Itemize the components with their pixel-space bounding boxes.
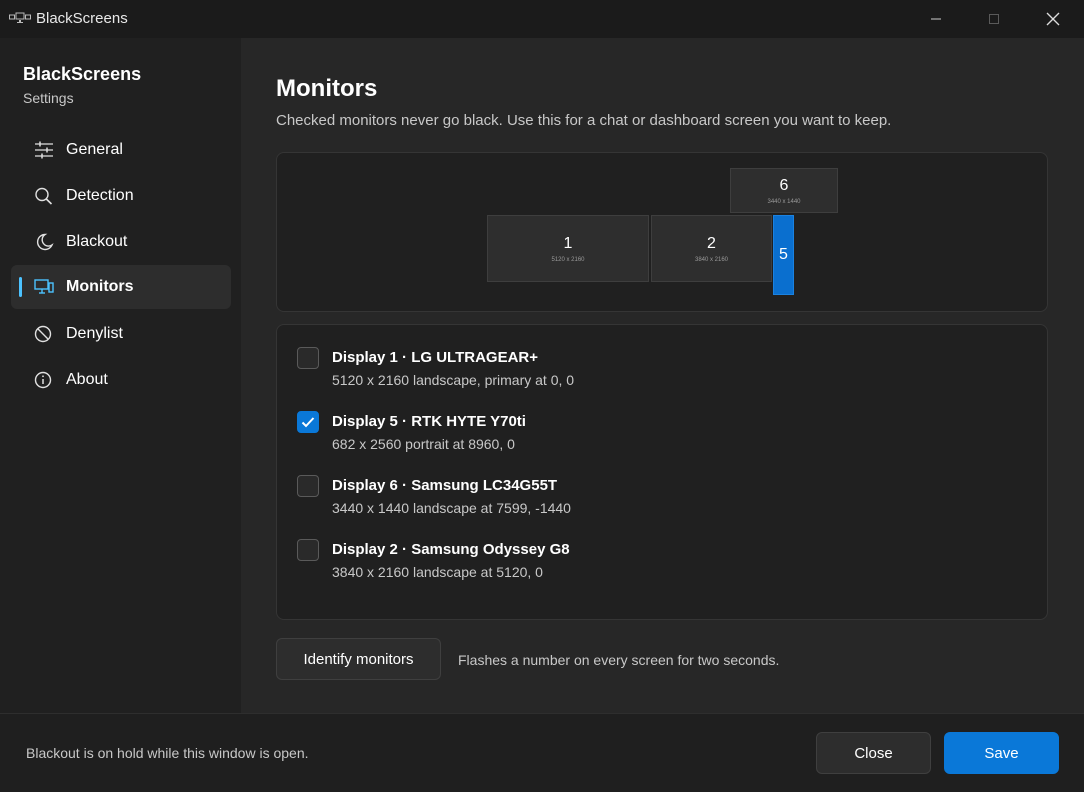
display-row-2[interactable]: Display 2 · Samsung Odyssey G8 3840 x 21… <box>297 539 1017 589</box>
monitor-icon <box>34 278 54 296</box>
maximize-icon <box>989 14 999 24</box>
sidebar-item-label: General <box>66 141 123 158</box>
display-title: Display 6 · Samsung LC34G55T <box>332 477 558 494</box>
display-row-5[interactable]: Display 5 · RTK HYTE Y70ti 682 x 2560 po… <box>297 411 1017 461</box>
monitor-layout-preview: 1 5120 x 2160 2 3840 x 2160 6 3440 x 144… <box>276 152 1048 312</box>
display-checkbox[interactable] <box>297 347 319 369</box>
page-description: Checked monitors never go black. Use thi… <box>276 112 892 129</box>
main-content: Monitors Checked monitors never go black… <box>241 38 1084 713</box>
title-bar: BlackScreens <box>0 0 1084 38</box>
monitor-number: 1 <box>563 234 573 252</box>
sidebar-item-label: Denylist <box>66 325 123 342</box>
moon-icon <box>34 233 54 251</box>
monitor-number: 5 <box>779 246 788 263</box>
checkmark-icon <box>301 417 315 428</box>
sidebar-item-denylist[interactable]: Denylist <box>11 312 231 356</box>
monitor-tile-1[interactable]: 1 5120 x 2160 <box>487 215 649 282</box>
sidebar-item-blackout[interactable]: Blackout <box>11 220 231 264</box>
monitor-resolution: 3840 x 2160 <box>694 256 729 263</box>
save-button[interactable]: Save <box>944 732 1059 774</box>
close-button[interactable]: Close <box>816 732 931 774</box>
display-checkbox[interactable] <box>297 411 319 433</box>
display-details: 3440 x 1440 landscape at 7599, -1440 <box>332 500 571 516</box>
display-list: Display 1 · LG ULTRAGEAR+ 5120 x 2160 la… <box>276 324 1048 620</box>
display-details: 5120 x 2160 landscape, primary at 0, 0 <box>332 372 575 388</box>
sidebar-item-monitors[interactable]: Monitors <box>11 265 231 309</box>
close-window-button[interactable] <box>1024 0 1082 38</box>
identify-hint: Flashes a number on every screen for two… <box>458 652 780 668</box>
display-details: 682 x 2560 portrait at 8960, 0 <box>332 436 515 452</box>
monitor-tile-5[interactable]: 5 <box>773 215 794 295</box>
sidebar-item-label: Monitors <box>66 278 134 295</box>
page-title: Monitors <box>276 75 378 102</box>
monitor-tile-6[interactable]: 6 3440 x 1440 <box>730 168 838 213</box>
sliders-icon <box>34 141 54 159</box>
display-title: Display 5 · RTK HYTE Y70ti <box>332 413 526 430</box>
footer: Blackout is on hold while this window is… <box>0 713 1084 792</box>
status-message: Blackout is on hold while this window is… <box>26 745 309 761</box>
brand-title: BlackScreens <box>23 64 142 84</box>
display-row-6[interactable]: Display 6 · Samsung LC34G55T 3440 x 1440… <box>297 475 1017 525</box>
identify-monitors-button[interactable]: Identify monitors <box>276 638 441 680</box>
sidebar-item-label: Blackout <box>66 233 128 250</box>
display-row-1[interactable]: Display 1 · LG ULTRAGEAR+ 5120 x 2160 la… <box>297 347 1017 397</box>
monitor-number: 2 <box>707 234 716 252</box>
sidebar-item-about[interactable]: About <box>11 358 231 402</box>
window-title: BlackScreens <box>36 10 128 27</box>
block-icon <box>34 325 54 343</box>
sidebar-item-detection[interactable]: Detection <box>11 174 231 218</box>
display-details: 3840 x 2160 landscape at 5120, 0 <box>332 564 543 580</box>
search-icon <box>34 187 54 205</box>
sidebar: BlackScreens Settings General Detection … <box>0 38 241 713</box>
sidebar-item-label: Detection <box>66 187 134 204</box>
monitor-number: 6 <box>779 176 789 194</box>
display-checkbox[interactable] <box>297 475 319 497</box>
monitor-tile-2[interactable]: 2 3840 x 2160 <box>651 215 772 282</box>
brand-subtitle: Settings <box>23 90 74 106</box>
settings-window: BlackScreens BlackScreens Settings Gener… <box>0 0 1084 792</box>
display-title: Display 1 · LG ULTRAGEAR+ <box>332 349 539 366</box>
app-monitors-icon <box>9 12 31 26</box>
display-checkbox[interactable] <box>297 539 319 561</box>
monitor-resolution: 5120 x 2160 <box>551 256 585 263</box>
close-icon <box>1046 12 1060 26</box>
sidebar-item-label: About <box>66 371 108 388</box>
active-indicator <box>19 277 22 297</box>
maximize-button[interactable] <box>965 0 1023 38</box>
monitor-resolution: 3440 x 1440 <box>767 198 801 205</box>
minimize-button[interactable] <box>907 0 965 38</box>
display-title: Display 2 · Samsung Odyssey G8 <box>332 541 570 558</box>
info-icon <box>34 371 54 389</box>
minimize-icon <box>931 18 941 20</box>
sidebar-item-general[interactable]: General <box>11 128 231 172</box>
